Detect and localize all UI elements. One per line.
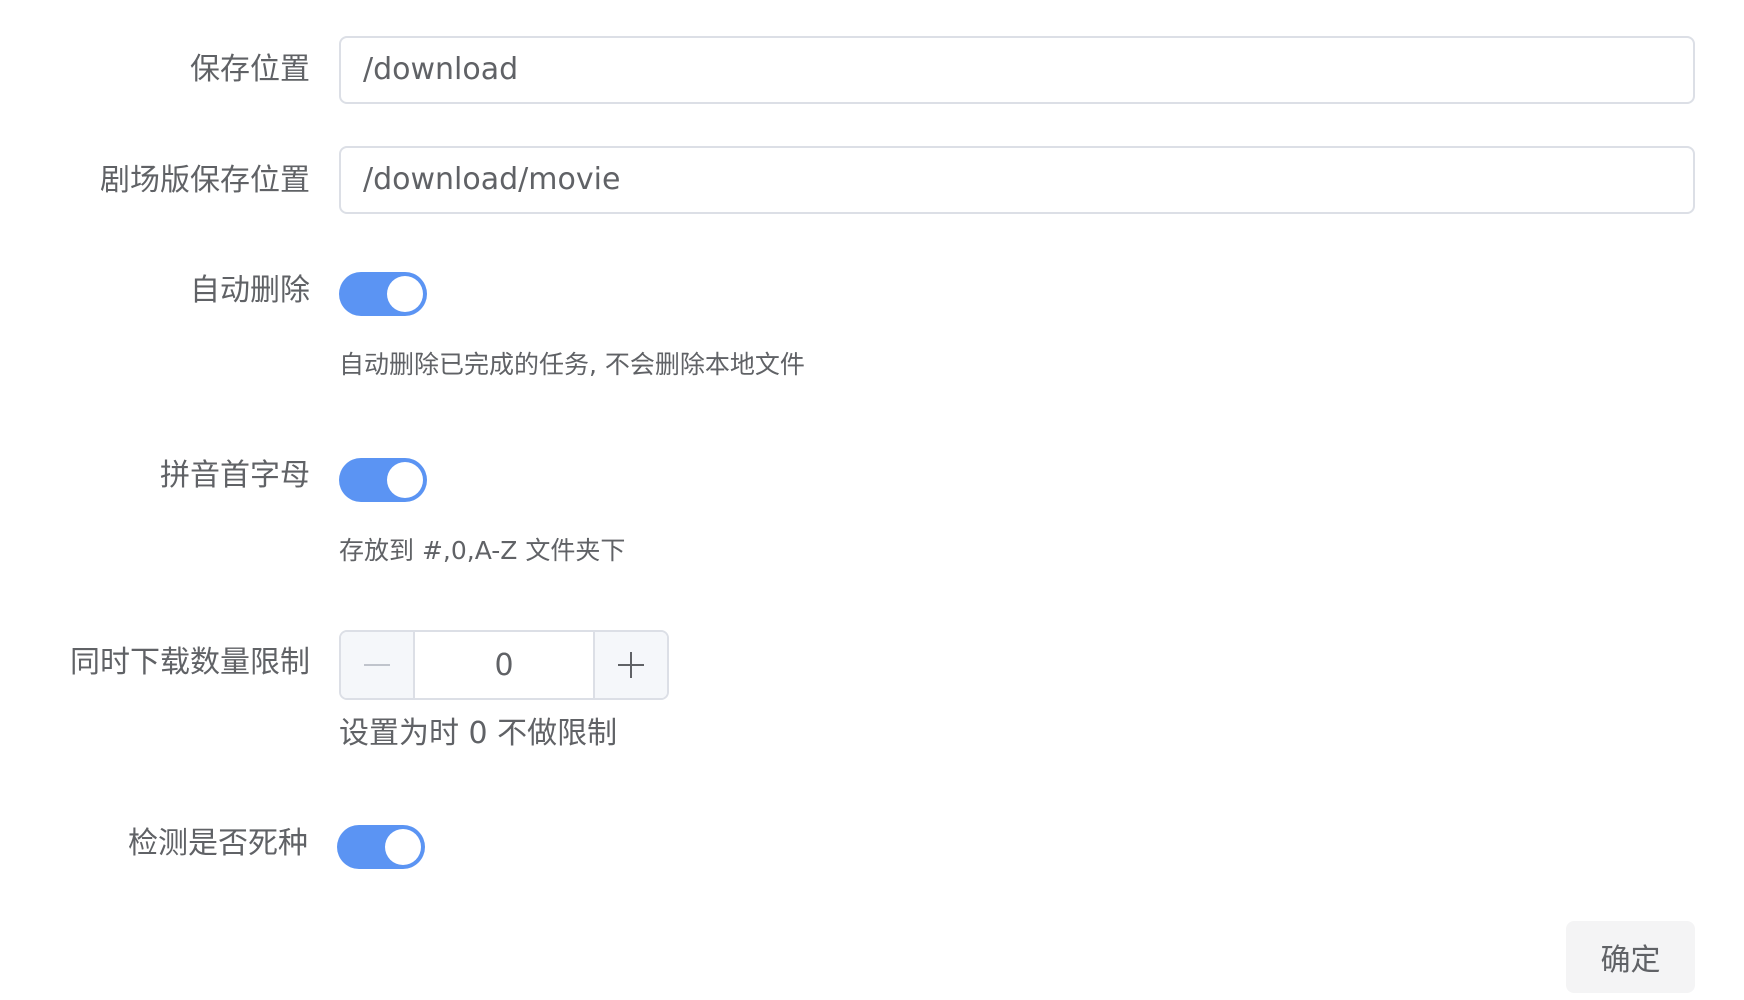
switch-knob — [387, 276, 423, 312]
decrement-button[interactable] — [341, 632, 415, 698]
auto-delete-switch[interactable] — [339, 272, 427, 316]
pinyin-initial-label: 拼音首字母 — [160, 458, 310, 493]
auto-delete-label: 自动删除 — [190, 273, 310, 308]
pinyin-initial-switch[interactable] — [339, 458, 427, 502]
plus-icon — [618, 652, 644, 678]
settings-form: 保存位置 /download 剧场版保存位置 /download/movie 自… — [0, 0, 1744, 1000]
auto-delete-hint: 自动删除已完成的任务, 不会删除本地文件 — [339, 350, 805, 379]
concurrent-limit-hint: 设置为时 0 不做限制 — [339, 716, 618, 751]
switch-knob — [387, 462, 423, 498]
concurrent-limit-label: 同时下载数量限制 — [70, 645, 310, 680]
concurrent-limit-value[interactable]: 0 — [415, 632, 593, 698]
dead-torrent-check-label: 检测是否死种 — [128, 826, 308, 861]
dead-torrent-check-switch[interactable] — [337, 825, 425, 869]
confirm-button[interactable]: 确定 — [1566, 921, 1695, 993]
save-location-label: 保存位置 — [190, 52, 310, 87]
increment-button[interactable] — [593, 632, 667, 698]
switch-knob — [385, 829, 421, 865]
movie-save-location-input[interactable]: /download/movie — [339, 146, 1695, 214]
concurrent-limit-stepper: 0 — [339, 630, 669, 700]
save-location-input[interactable]: /download — [339, 36, 1695, 104]
minus-icon — [364, 664, 390, 666]
movie-save-location-label: 剧场版保存位置 — [100, 163, 310, 198]
pinyin-initial-hint: 存放到 #,0,A-Z 文件夹下 — [339, 536, 626, 565]
